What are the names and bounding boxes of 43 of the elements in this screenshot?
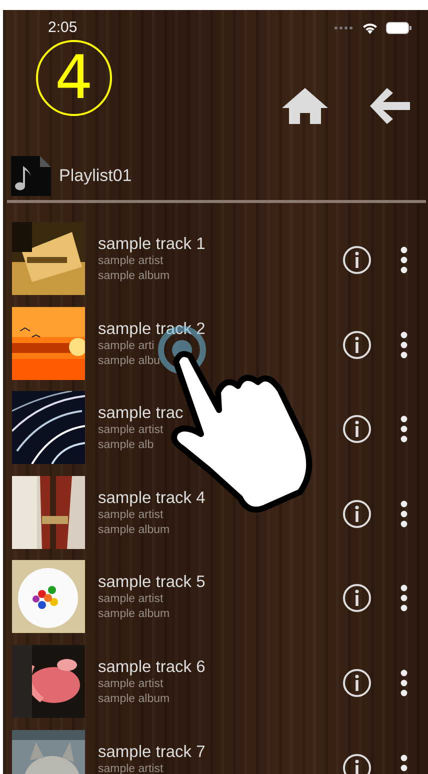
track-title: sample track 7 <box>98 742 206 762</box>
track-title: sample track 4 <box>98 488 206 508</box>
track-artist: sample artist <box>98 762 164 774</box>
track-title: sample trac <box>98 404 184 424</box>
track-title: sample track 6 <box>98 658 206 677</box>
info-icon[interactable] <box>342 583 372 614</box>
home-icon[interactable] <box>282 88 328 124</box>
music-file-icon <box>11 156 51 196</box>
track-album: sample albu <box>98 354 160 369</box>
track-album: sample album <box>98 522 170 538</box>
track-artist: sample artist <box>98 676 164 692</box>
track-album: sample album <box>98 692 170 707</box>
battery-icon <box>386 22 412 34</box>
info-icon[interactable] <box>342 668 372 698</box>
info-icon[interactable] <box>342 330 372 360</box>
step-number: 4 <box>36 40 112 116</box>
info-icon[interactable] <box>342 498 372 529</box>
track-title: sample track 5 <box>98 573 206 592</box>
more-icon[interactable] <box>400 754 408 774</box>
more-icon[interactable] <box>400 415 408 444</box>
back-icon[interactable] <box>370 88 410 124</box>
track-album: sample alb <box>98 438 154 454</box>
wifi-icon <box>362 22 378 34</box>
more-icon[interactable] <box>400 584 408 612</box>
more-icon[interactable] <box>400 500 408 528</box>
playlist-title: Playlist01 <box>59 165 132 188</box>
info-icon[interactable] <box>342 752 372 774</box>
track-artist: sample artist <box>98 592 164 608</box>
track-artist: sample artist <box>98 254 164 269</box>
track-artist: sample arti <box>98 338 154 354</box>
status-time: 2:05 <box>48 18 78 38</box>
track-artist: sample artist <box>98 508 164 523</box>
track-album: sample album <box>98 607 170 622</box>
more-icon[interactable] <box>400 330 408 359</box>
info-icon[interactable] <box>342 414 372 444</box>
track-artist: sample artist <box>98 423 164 438</box>
track-title: sample track 1 <box>98 235 206 254</box>
track-album: sample album <box>98 269 170 284</box>
track-title: sample track 2 <box>98 320 206 339</box>
signal-icon <box>334 26 354 30</box>
more-icon[interactable] <box>400 668 408 697</box>
more-icon[interactable] <box>400 246 408 274</box>
info-icon[interactable] <box>342 245 372 275</box>
